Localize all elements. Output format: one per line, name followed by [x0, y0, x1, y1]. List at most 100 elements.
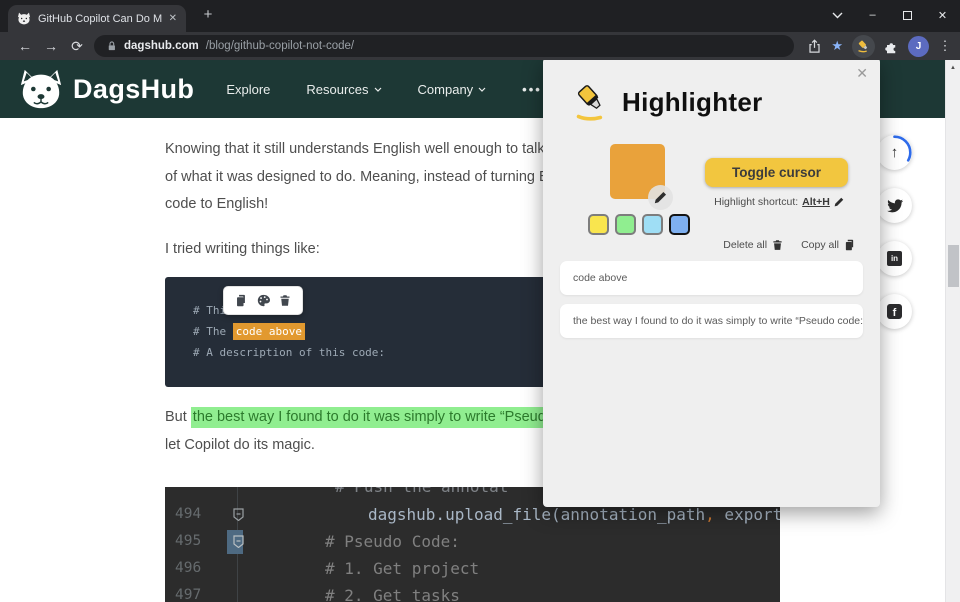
extensions-puzzle-icon[interactable]: [884, 39, 899, 54]
share-icon[interactable]: [807, 38, 822, 54]
paragraph-line: code to English!: [165, 196, 269, 212]
trash-icon[interactable]: [279, 294, 291, 307]
brand-name: DagsHub: [73, 73, 195, 104]
facebook-icon: f: [887, 304, 902, 319]
orange-highlighted-text[interactable]: code above: [232, 323, 305, 340]
chevron-down-icon: [478, 87, 486, 92]
paragraph-line: of what it was designed to do. Meaning, …: [165, 168, 543, 185]
swatch-yellow[interactable]: [588, 214, 609, 235]
article-paragraph-2: I tried writing things like:: [165, 236, 543, 264]
tab-favicon-dagshub-icon: [17, 12, 31, 25]
paragraph-line: Knowing that it still understands Englis…: [165, 141, 543, 157]
linkedin-icon: in: [887, 251, 902, 266]
copy-all-button[interactable]: Copy all: [801, 239, 856, 251]
delete-all-button[interactable]: Delete all: [723, 239, 783, 251]
highlighter-marker-icon: [576, 85, 603, 121]
code-line-496: 496 # 1. Get project: [165, 555, 780, 582]
share-linkedin-button[interactable]: in: [877, 241, 912, 276]
line-number: 495: [175, 533, 202, 549]
scroll-to-top-button[interactable]: ↑: [877, 135, 912, 170]
highlight-shortcut-row: Highlight shortcut: Alt+H: [699, 196, 859, 208]
tab-strip: GitHub Copilot Can Do More Tha ✕ + – ✕: [0, 0, 960, 32]
maximize-icon: [903, 10, 912, 20]
green-highlighted-text[interactable]: the best way I found to do it was simply…: [190, 407, 543, 428]
nav-item-company[interactable]: Company: [418, 82, 487, 97]
tab-search-chevron-icon[interactable]: [820, 0, 855, 30]
toggle-cursor-button[interactable]: Toggle cursor: [705, 158, 848, 187]
browser-toolbar: ← → ⟳ dagshub.com/blog/github-copilot-no…: [0, 32, 960, 60]
url-path: /blog/github-copilot-not-code/: [205, 40, 355, 52]
site-nav-links: Explore Resources Company •••: [226, 82, 542, 97]
lock-icon: [108, 41, 115, 51]
edit-color-button[interactable]: [648, 185, 673, 210]
reading-progress-ring: [877, 135, 912, 170]
copy-icon: [845, 239, 854, 251]
line-number: 497: [175, 587, 202, 602]
dagshub-dog-icon: [20, 69, 62, 109]
highlight-list-item[interactable]: the best way I found to do it was simply…: [560, 304, 863, 338]
trash-icon: [773, 240, 782, 250]
fold-marker-selected-icon[interactable]: [227, 528, 246, 555]
scrollbar-up-icon[interactable]: ▲: [946, 65, 960, 71]
nav-item-explore[interactable]: Explore: [226, 82, 270, 97]
line-number: 494: [175, 506, 202, 522]
swatch-green[interactable]: [615, 214, 636, 235]
page-scrollbar[interactable]: ▲: [945, 60, 960, 602]
tab-close-icon[interactable]: ✕: [169, 13, 177, 24]
paragraph-line: But the best way I found to do it was si…: [165, 404, 543, 432]
nav-more-menu[interactable]: •••: [522, 82, 542, 97]
page-viewport: DagsHub Explore Resources Company ••• Kn…: [0, 60, 960, 602]
pencil-icon[interactable]: [834, 197, 844, 207]
paragraph-line: I tried writing things like:: [165, 241, 320, 257]
article-paragraph-3: But the best way I found to do it was si…: [165, 404, 543, 459]
bookmark-star-icon[interactable]: ★: [831, 38, 843, 54]
popup-header: Highlighter: [574, 82, 763, 122]
popup-actions: Delete all Copy all: [723, 239, 856, 251]
address-bar[interactable]: dagshub.com/blog/github-copilot-not-code…: [94, 35, 794, 57]
nav-item-resources[interactable]: Resources: [306, 82, 381, 97]
popup-close-icon[interactable]: ✕: [856, 65, 868, 82]
maximize-button[interactable]: [890, 0, 925, 30]
code-line-495: 495 # Pseudo Code:: [165, 528, 780, 555]
pencil-icon: [654, 191, 667, 204]
color-swatch-row: [588, 214, 690, 235]
minimize-button[interactable]: –: [855, 0, 890, 30]
url-host: dagshub.com: [124, 40, 199, 52]
highlight-list-item[interactable]: code above: [560, 261, 863, 295]
reload-button[interactable]: ⟳: [64, 38, 90, 55]
line-number: 496: [175, 560, 202, 576]
window-controls: – ✕: [820, 0, 960, 30]
tab-title: GitHub Copilot Can Do More Tha: [38, 12, 162, 25]
highlight-tooltip: [223, 286, 303, 315]
new-tab-button[interactable]: +: [198, 6, 218, 23]
highlighter-popup: ✕ Highlighter Toggle cursor Highlight sh…: [543, 60, 880, 507]
palette-icon[interactable]: [257, 294, 270, 307]
article-paragraph-1: Knowing that it still understands Englis…: [165, 136, 543, 219]
highlighter-extension-button[interactable]: [852, 34, 875, 58]
toolbar-right: ★ J ⋮: [807, 34, 952, 58]
dagshub-logo[interactable]: DagsHub: [18, 68, 194, 110]
twitter-icon: [886, 198, 903, 212]
close-window-button[interactable]: ✕: [925, 0, 960, 30]
swatch-cyan[interactable]: [642, 214, 663, 235]
profile-avatar[interactable]: J: [908, 35, 929, 57]
chevron-down-icon: [374, 87, 381, 92]
copy-icon[interactable]: [235, 294, 248, 307]
browser-tab[interactable]: GitHub Copilot Can Do More Tha ✕: [8, 5, 186, 32]
paragraph-line: let Copilot do its magic.: [165, 436, 315, 453]
code-line-497: 497 # 2. Get tasks: [165, 582, 780, 602]
back-button[interactable]: ←: [12, 38, 38, 54]
browser-window: GitHub Copilot Can Do More Tha ✕ + – ✕ ←…: [0, 0, 960, 602]
share-facebook-button[interactable]: f: [877, 294, 912, 329]
scrollbar-thumb[interactable]: [948, 245, 959, 287]
shortcut-label: Highlight shortcut:: [714, 196, 799, 208]
share-twitter-button[interactable]: [877, 188, 912, 223]
forward-button[interactable]: →: [38, 38, 64, 54]
popup-title: Highlighter: [622, 86, 763, 117]
shortcut-key-link[interactable]: Alt+H: [802, 196, 830, 208]
code-line-partial: # Push the annotat: [335, 487, 508, 500]
highlighter-extension-icon: [857, 40, 867, 53]
fold-marker-icon[interactable]: [230, 501, 246, 528]
browser-menu-icon[interactable]: ⋮: [938, 38, 952, 54]
swatch-blue[interactable]: [669, 214, 690, 235]
